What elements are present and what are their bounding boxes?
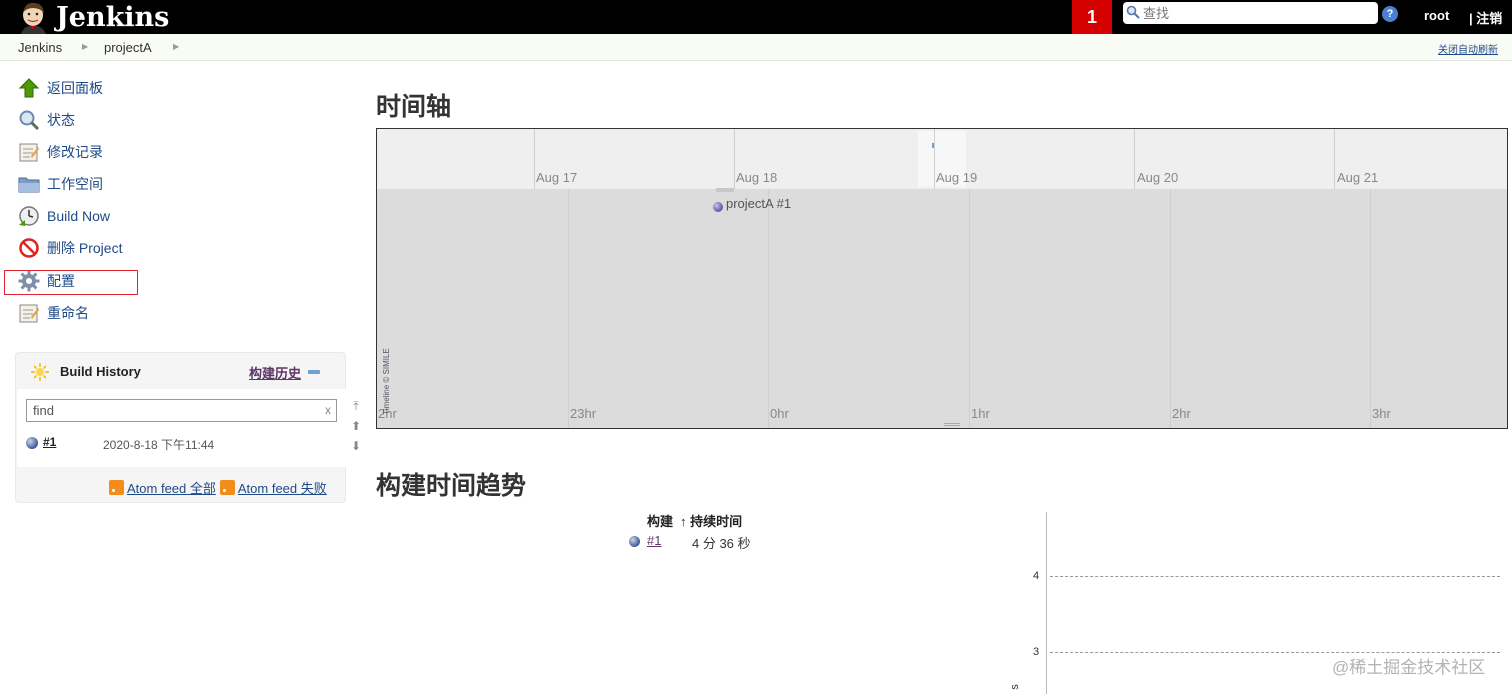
tl-gridline bbox=[734, 129, 735, 189]
breadcrumb: Jenkins ▶ projectA ▶ 关闭自动刷新 bbox=[0, 34, 1512, 61]
build-number-link[interactable]: #1 bbox=[43, 435, 56, 449]
build-filter-field: x bbox=[26, 399, 337, 422]
chart-gridline bbox=[1050, 576, 1500, 577]
timeline-date-label: Aug 18 bbox=[736, 170, 778, 185]
feed-failed-link[interactable]: Atom feed 失败 bbox=[238, 478, 327, 497]
timeline-heading: 时间轴 bbox=[376, 93, 452, 121]
tl-gridline bbox=[568, 189, 569, 428]
task-workspace[interactable]: 工作空间 bbox=[18, 171, 103, 197]
task-back-to-dashboard[interactable]: 返回面板 bbox=[18, 75, 103, 101]
tl-gridline bbox=[1334, 129, 1335, 189]
rss-icon[interactable] bbox=[219, 480, 235, 495]
timeline-hour-label: 23hr bbox=[570, 406, 597, 421]
chart-y-tick: 3 bbox=[1033, 646, 1040, 658]
timeline-hour-label: 1hr bbox=[971, 406, 990, 421]
clear-filter-icon[interactable]: x bbox=[325, 403, 331, 417]
build-date[interactable]: 2020-8-18 下午11:44 bbox=[103, 436, 214, 453]
build-history-title: Build History bbox=[60, 364, 141, 379]
timeline-hour-label: 0hr bbox=[770, 406, 789, 421]
jenkins-butler-icon bbox=[16, 0, 52, 34]
trend-build-duration: 4 分 36 秒 bbox=[692, 536, 751, 551]
breadcrumb-arrow-icon[interactable]: ▶ bbox=[82, 42, 88, 51]
collapse-icon[interactable] bbox=[308, 370, 320, 374]
task-label: 修改记录 bbox=[47, 144, 103, 160]
tl-gridline bbox=[1134, 129, 1135, 189]
tl-gridline bbox=[1370, 189, 1371, 428]
chart-y-label: s bbox=[1008, 684, 1021, 690]
timeline-hour-label: 3hr bbox=[1372, 406, 1391, 421]
tl-gridline bbox=[934, 129, 935, 189]
chart-y-tick: 4 bbox=[1033, 570, 1040, 582]
task-label: 状态 bbox=[47, 112, 75, 128]
breadcrumb-project[interactable]: projectA bbox=[104, 40, 152, 55]
jenkins-logo[interactable]: Jenkins bbox=[16, 0, 169, 34]
tl-gridline bbox=[768, 189, 769, 428]
task-label: 返回面板 bbox=[47, 80, 103, 96]
watermark: @稀土掘金技术社区 bbox=[1332, 658, 1486, 677]
task-build-now[interactable]: Build Now bbox=[18, 203, 110, 229]
configure-highlight bbox=[4, 270, 138, 295]
task-delete-project[interactable]: 删除 Project bbox=[18, 235, 122, 261]
timeline-credit: Timeline © SIMILE bbox=[381, 348, 391, 415]
page-first-icon[interactable]: ⤒ bbox=[349, 400, 363, 412]
timeline-date-label: Aug 20 bbox=[1137, 170, 1179, 185]
search-input[interactable] bbox=[1143, 5, 1373, 21]
trend-col-duration[interactable]: ↑ 持续时间 bbox=[680, 511, 742, 530]
build-history-body: x #1 2020-8-18 下午11:44 bbox=[17, 389, 346, 467]
help-icon[interactable]: ? bbox=[1382, 6, 1398, 22]
timeline-date-label: Aug 21 bbox=[1337, 170, 1379, 185]
breadcrumb-arrow-icon[interactable]: ▶ bbox=[173, 42, 179, 51]
build-trend-link[interactable]: 构建历史 bbox=[249, 363, 301, 382]
build-status-blue-icon bbox=[629, 536, 640, 547]
auto-refresh-toggle[interactable]: 关闭自动刷新 bbox=[1438, 41, 1498, 56]
timeline-resize-grip[interactable] bbox=[944, 423, 960, 426]
task-label: Build Now bbox=[47, 208, 111, 224]
task-label: 重命名 bbox=[47, 305, 89, 321]
clock-icon bbox=[18, 205, 40, 227]
build-history-widget: Build History 构建历史 x #1 2020-8-18 下午11:4… bbox=[15, 352, 346, 503]
build-status-blue-icon[interactable] bbox=[713, 202, 723, 212]
sun-icon bbox=[31, 363, 49, 384]
magnifier-icon bbox=[18, 109, 40, 131]
notepad-icon bbox=[18, 302, 40, 324]
tl-gridline bbox=[969, 189, 970, 428]
search-icon bbox=[1126, 5, 1140, 22]
page-down-icon[interactable]: ⬇ bbox=[349, 440, 363, 452]
brand-title: Jenkins bbox=[56, 1, 170, 33]
page-up-icon[interactable]: ⬆ bbox=[349, 420, 363, 432]
timeline-hour-label: 2hr bbox=[1172, 406, 1191, 421]
chart-y-axis bbox=[1046, 512, 1047, 694]
timeline-date-label: Aug 17 bbox=[536, 170, 578, 185]
up-arrow-icon bbox=[18, 77, 40, 99]
rss-icon[interactable] bbox=[109, 480, 124, 495]
tl-gridline bbox=[534, 129, 535, 189]
top-bar: Jenkins 1 ? root | 注销 bbox=[0, 0, 1512, 34]
trend-col-build[interactable]: 构建 bbox=[647, 511, 673, 530]
task-status[interactable]: 状态 bbox=[18, 107, 75, 133]
task-changes[interactable]: 修改记录 bbox=[18, 139, 103, 165]
task-label: 删除 Project bbox=[47, 240, 123, 256]
build-filter-input[interactable] bbox=[33, 403, 313, 418]
tl-gridline bbox=[1170, 189, 1171, 428]
task-rename[interactable]: 重命名 bbox=[18, 300, 89, 326]
user-link[interactable]: root bbox=[1424, 8, 1449, 23]
logout-link[interactable]: | 注销 bbox=[1469, 8, 1502, 27]
folder-icon bbox=[18, 173, 40, 195]
build-status-blue-icon bbox=[26, 437, 38, 449]
timeline-widget[interactable]: Aug 17 Aug 18 Aug 19 Aug 20 Aug 21 2hr 2… bbox=[376, 128, 1508, 429]
task-label: 工作空间 bbox=[47, 176, 103, 192]
breadcrumb-jenkins[interactable]: Jenkins bbox=[18, 40, 62, 55]
build-trend-heading: 构建时间趋势 bbox=[376, 472, 527, 500]
timeline-date-label: Aug 19 bbox=[936, 170, 978, 185]
feed-links: Atom feed 全部 Atom feed 失败 bbox=[109, 478, 331, 497]
search-box bbox=[1123, 2, 1378, 24]
timeline-event[interactable]: projectA #1 bbox=[726, 196, 791, 211]
notification-badge[interactable]: 1 bbox=[1072, 0, 1112, 34]
feed-all-link[interactable]: Atom feed 全部 bbox=[127, 478, 216, 497]
notepad-icon bbox=[18, 141, 40, 163]
no-entry-icon bbox=[18, 237, 40, 259]
trend-build-link[interactable]: #1 bbox=[647, 533, 661, 548]
timeline-drag-handle[interactable] bbox=[716, 188, 734, 192]
